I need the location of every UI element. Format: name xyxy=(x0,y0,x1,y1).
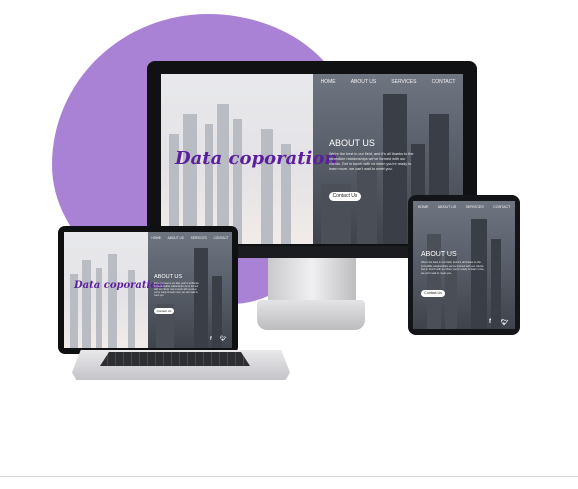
laptop-nav-about[interactable]: ABOUT US xyxy=(168,232,184,244)
laptop-twitter-icon[interactable]: 🐦︎ xyxy=(220,336,226,342)
tablet-nav: HOME ABOUT US SERVICES CONTACT xyxy=(413,201,515,213)
tablet-nav-about[interactable]: ABOUT US xyxy=(438,201,456,213)
tablet-about-heading: ABOUT US xyxy=(421,251,457,258)
laptop-nav-services[interactable]: SERVICES xyxy=(191,232,207,244)
laptop-nav: HOME ABOUT US SERVICES CONTACT xyxy=(148,232,232,244)
about-heading: ABOUT US xyxy=(329,138,375,148)
laptop-keyboard xyxy=(100,352,250,366)
tablet-nav-contact[interactable]: CONTACT xyxy=(493,201,510,213)
tablet-screen: HOME ABOUT US SERVICES CONTACT ABOUT US … xyxy=(413,201,515,329)
twitter-icon[interactable]: 🐦︎ xyxy=(501,319,509,326)
nav-services[interactable]: SERVICES xyxy=(391,74,416,90)
site-logo: Data coporation xyxy=(175,148,338,169)
facebook-icon[interactable]: f xyxy=(489,319,491,325)
tablet-contact-button[interactable]: Contact Us xyxy=(421,290,445,297)
contact-button[interactable]: Contact Us xyxy=(329,192,361,201)
laptop-about-heading: ABOUT US xyxy=(154,274,183,280)
laptop-site-logo: Data coporation xyxy=(74,280,165,291)
site-nav: HOME ABOUT US SERVICES CONTACT xyxy=(313,74,463,90)
monitor-stand-base xyxy=(257,300,365,330)
tablet-about-body: We're the best in our field, and it's al… xyxy=(421,261,485,275)
about-body: We're the best in our field, and it's al… xyxy=(329,152,414,172)
nav-about[interactable]: ABOUT US xyxy=(351,74,376,90)
laptop-nav-contact[interactable]: CONTACT xyxy=(213,232,228,244)
divider xyxy=(0,476,578,477)
tablet-nav-services[interactable]: SERVICES xyxy=(466,201,484,213)
laptop-contact-button[interactable]: Contact Us xyxy=(154,308,174,314)
laptop-screen: HOME ABOUT US SERVICES CONTACT Data copo… xyxy=(64,232,232,348)
tablet-nav-home[interactable]: HOME xyxy=(418,201,429,213)
laptop-nav-home[interactable]: HOME xyxy=(151,232,161,244)
nav-contact[interactable]: CONTACT xyxy=(432,74,456,90)
nav-home[interactable]: HOME xyxy=(321,74,336,90)
laptop-about-body: We're the best in our field, and it's al… xyxy=(154,283,199,298)
laptop-facebook-icon[interactable]: f xyxy=(210,336,212,342)
